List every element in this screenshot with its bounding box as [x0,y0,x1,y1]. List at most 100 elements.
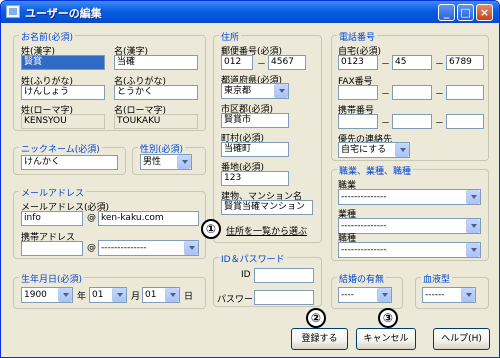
banchi-input[interactable]: 123 [221,171,289,186]
cancel-button[interactable]: キャンセル [356,328,416,350]
chevron-down-icon [466,243,480,257]
gender-group: 性別(必須) 男性 [132,142,206,175]
birth-year-value: 1900 [24,290,47,300]
phone-separator: － [381,90,391,100]
nickname-group: ニックネーム(必須) けんかく [13,142,126,175]
pc-mail-user-input[interactable]: info [21,211,83,226]
mobile-domain-value: -------------- [101,243,147,253]
chevron-down-icon [165,288,179,302]
birth-month-value: 01 [92,290,104,300]
priority-contact-select[interactable]: 自宅にする [338,142,410,158]
select-address-link[interactable]: 住所を一覧から選ぶ [226,224,307,237]
mobile-mail-at: @ [87,243,96,253]
close-button[interactable]: × [476,4,493,21]
fax-1-input[interactable] [338,85,378,100]
married-select[interactable]: ---- [338,287,392,303]
pref-value: 東京都 [224,86,252,96]
phone-separator: － [381,60,391,70]
mobile-mail-domain-select[interactable]: -------------- [98,240,199,256]
zip1-input[interactable]: 012 [221,55,253,70]
id-label: ID [241,270,251,280]
phone-legend: 電話番号 [337,30,378,43]
blood-select[interactable]: ------ [422,287,476,303]
married-legend: 結婚の有無 [337,272,387,285]
pref-select[interactable]: 東京都 [221,83,289,99]
chevron-down-icon [461,288,475,302]
job-type-select[interactable]: -------------- [338,242,481,258]
password-input[interactable] [254,290,314,305]
help-button[interactable]: ヘルプ(H) [433,328,490,350]
marker-2: ② [306,308,326,328]
chevron-down-icon [184,241,198,255]
gender-select[interactable]: 男性 [140,154,192,170]
fax-2-input[interactable] [392,85,432,100]
address-legend: 住所 [219,30,242,43]
industry-select[interactable]: -------------- [338,218,481,234]
job-select[interactable]: -------------- [338,189,481,205]
last-name-kanji-input[interactable]: 賢賞 [21,55,105,70]
married-group: 結婚の有無 ---- [331,272,403,309]
month-unit: 月 [131,292,141,302]
last-name-kana-input[interactable]: けんしょう [21,85,105,100]
blood-legend: 血液型 [421,272,453,285]
id-password-legend: ID＆パスワード [219,252,287,265]
chevron-down-icon [377,288,391,302]
id-input[interactable] [254,268,314,283]
last-name-roma-field: KENSYOU [21,114,105,129]
first-name-roma-field: TOUKAKU [114,114,198,129]
home-phone-3-input[interactable]: 6789 [446,55,484,70]
chevron-down-icon [466,219,480,233]
town-input[interactable]: 当確町 [221,142,289,157]
marker-1: ① [201,219,221,239]
zip-separator: － [257,60,267,70]
name-group: お名前(必須) 姓(漢字) 賢賞 名(漢字) 当確 姓(ふりがな) けんしょう … [13,30,206,131]
phone-group: 電話番号 自宅(必須) 0123 － 45 － 6789 FAX番号 － － 携… [331,30,489,161]
blood-group: 血液型 ------ [415,272,489,309]
gender-value: 男性 [143,157,162,167]
mobile-phone-1-input[interactable] [338,114,378,129]
pc-mail-at: @ [87,213,96,223]
mail-legend: メールアドレス [19,186,87,199]
mobile-phone-2-input[interactable] [392,114,432,129]
window-icon [6,5,20,18]
birth-year-select[interactable]: 1900 [21,287,73,303]
marker-3: ③ [378,308,398,328]
window-title: ユーザーの編集 [25,7,102,20]
building-input[interactable]: 賢賞当確マンション [221,200,313,215]
year-unit: 年 [77,292,87,302]
birthday-group: 生年月日(必須) 1900 年 01 月 01 日 [13,272,206,309]
chevron-down-icon [466,190,480,204]
birth-day-select[interactable]: 01 [142,287,180,303]
address-group: 住所 郵便番号(必須) 012 － 4567 都道府県(必須) 東京都 市区郡(… [213,30,322,243]
title-bar: ユーザーの編集 _ □ × [1,1,499,23]
chevron-down-icon [274,84,288,98]
city-input[interactable]: 賢賞市 [221,113,289,128]
job-type-value: -------------- [341,245,387,255]
job-group: 職業、業種、職種 職業 -------------- 業種 ----------… [331,164,489,261]
first-name-kana-input[interactable]: とうかく [114,85,198,100]
chevron-down-icon [112,288,126,302]
mail-group: メールアドレス メールアドレス(必須) info @ ken-kaku.com … [13,186,206,259]
register-button[interactable]: 登録する [291,328,348,350]
zip2-input[interactable]: 4567 [268,55,306,70]
birth-month-select[interactable]: 01 [89,287,127,303]
nickname-input[interactable]: けんかく [21,155,118,170]
phone-separator: － [381,119,391,129]
home-phone-2-input[interactable]: 45 [392,55,432,70]
fax-3-input[interactable] [446,85,484,100]
chevron-down-icon [395,143,409,157]
job-legend: 職業、業種、職種 [337,164,414,177]
priority-contact-value: 自宅にする [341,145,387,155]
first-name-kanji-input[interactable]: 当確 [114,55,198,70]
chevron-down-icon [58,288,72,302]
chevron-down-icon [177,155,191,169]
home-phone-1-input[interactable]: 0123 [338,55,378,70]
industry-value: -------------- [341,221,387,231]
mobile-phone-3-input[interactable] [446,114,484,129]
maximize-button[interactable]: □ [457,4,474,21]
mobile-mail-user-input[interactable] [21,241,83,256]
married-value: ---- [341,290,354,300]
minimize-button[interactable]: _ [438,4,455,21]
pc-mail-domain-input[interactable]: ken-kaku.com [98,211,199,226]
id-password-group: ID＆パスワード ID パスワード [213,252,322,307]
